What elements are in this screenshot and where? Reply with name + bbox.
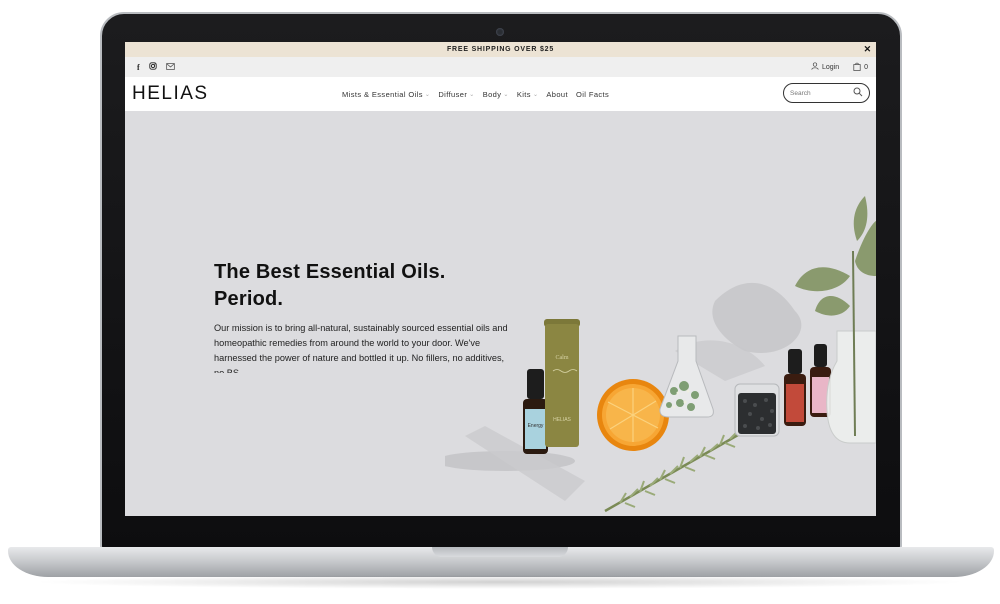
browser-screen: FREE SHIPPING OVER $25 ✕ f Login 0 HELIA… — [125, 42, 876, 516]
nav-item-mists[interactable]: Mists & Essential Oils ⌄ — [342, 90, 430, 99]
nav-item-kits[interactable]: Kits ⌄ — [517, 90, 539, 99]
nav-label: Oil Facts — [575, 89, 610, 99]
nav-label: Diffuser — [438, 89, 468, 99]
laptop-shadow — [30, 575, 970, 589]
tube-label: Calm — [556, 355, 569, 361]
search-input[interactable]: Search — [783, 83, 870, 103]
bottle-label: Energy — [528, 423, 544, 429]
nav-label: Mists & Essential Oils — [342, 89, 423, 99]
site-header: HELIAS Mists & Essential Oils ⌄ Diffuser… — [125, 77, 876, 111]
camera-icon — [496, 28, 504, 36]
laptop-base-notch — [432, 547, 568, 557]
nav-item-oil-facts[interactable]: Oil Facts — [576, 90, 609, 99]
nav-item-body[interactable]: Body ⌄ — [483, 90, 509, 99]
nav-item-diffuser[interactable]: Diffuser ⌄ — [438, 90, 474, 99]
social-links: f — [137, 62, 175, 72]
search-icon[interactable] — [853, 87, 863, 99]
instagram-icon[interactable] — [149, 62, 157, 72]
search-placeholder: Search — [790, 89, 811, 97]
cart-link[interactable]: 0 — [853, 62, 868, 73]
dropper-cap — [527, 369, 544, 399]
chevron-down-icon: ⌄ — [469, 91, 475, 98]
login-label: Login — [821, 63, 840, 71]
chevron-down-icon: ⌄ — [532, 91, 539, 98]
login-link[interactable]: Login — [811, 62, 839, 72]
user-icon — [811, 62, 819, 72]
hero-product-image: Energy Calm HELIAS — [445, 196, 876, 513]
announcement-text: FREE SHIPPING OVER $25 — [446, 46, 555, 53]
chevron-down-icon: ⌄ — [424, 91, 431, 98]
nav-label: About — [546, 89, 568, 99]
close-icon[interactable]: ✕ — [864, 44, 872, 55]
announcement-bar: FREE SHIPPING OVER $25 ✕ — [125, 42, 876, 57]
nav-item-about[interactable]: About — [546, 90, 568, 99]
main-nav: Mists & Essential Oils ⌄ Diffuser ⌄ Body… — [342, 90, 609, 99]
chevron-down-icon: ⌄ — [503, 91, 509, 98]
cart-count: 0 — [864, 63, 868, 71]
facebook-icon[interactable]: f — [137, 63, 140, 72]
email-icon[interactable] — [165, 62, 175, 72]
site-logo[interactable]: HELIAS — [132, 83, 342, 105]
bag-icon — [853, 62, 861, 73]
nav-label: Kits — [516, 89, 531, 99]
hero-section: The Best Essential Oils. Period. Our mis… — [125, 111, 876, 516]
utility-bar: f Login 0 — [125, 57, 876, 77]
nav-label: Body — [482, 89, 502, 99]
tube-brand: HELIAS — [553, 417, 571, 423]
